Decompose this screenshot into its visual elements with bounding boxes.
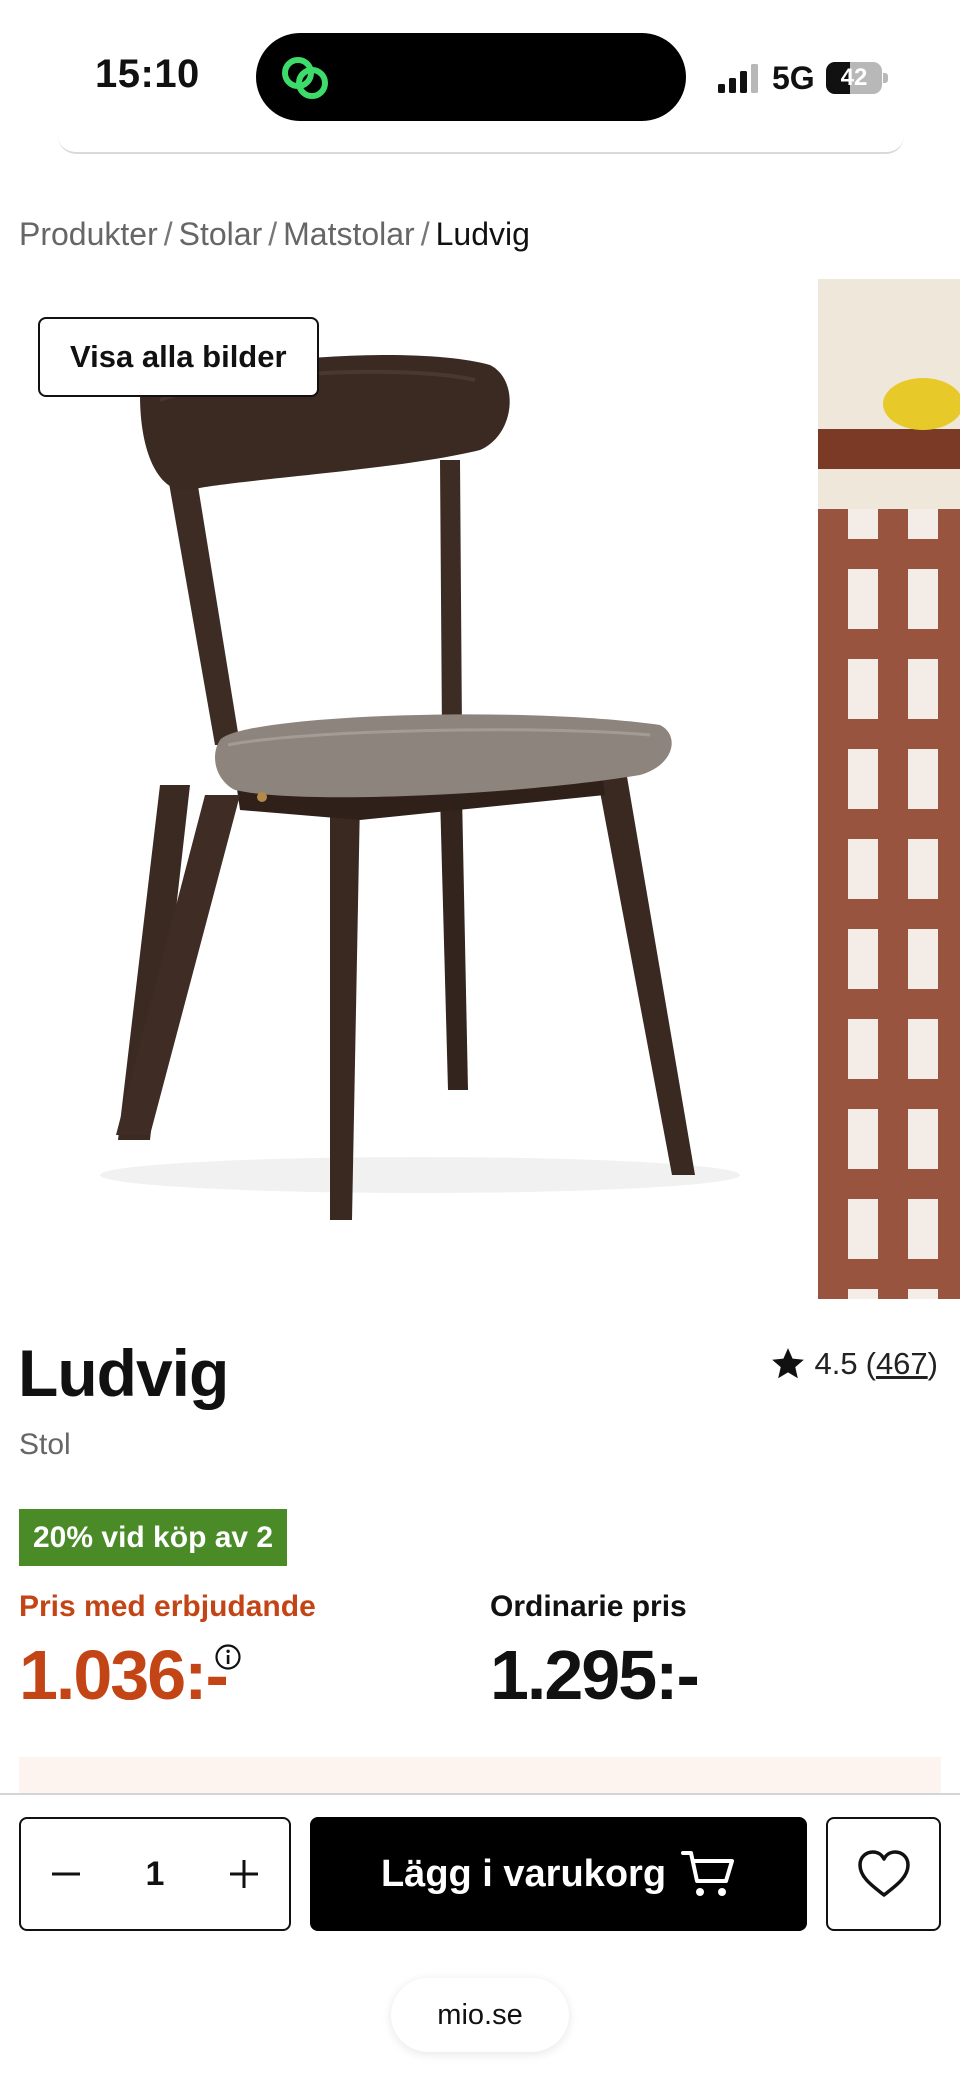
battery-icon: 42 [826,62,888,94]
breadcrumb-link-matstolar[interactable]: Matstolar [283,216,415,252]
product-image-lifestyle[interactable] [818,279,960,1299]
breadcrumb: Produkter / Stolar / Matstolar / Ludvig [19,216,530,253]
battery-level: 42 [840,64,868,91]
browser-url-bar[interactable]: mio.se [391,1978,569,2052]
signal-icon [718,64,758,93]
status-time: 15:10 [95,52,200,96]
product-image-chair[interactable] [0,275,800,1300]
address-bar-edge [58,136,904,154]
product-gallery[interactable]: Visa alla bilder [0,275,960,1300]
breadcrumb-link-stolar[interactable]: Stolar [179,216,263,252]
breadcrumb-separator: / [268,216,278,252]
quantity-stepper[interactable]: 1 [19,1817,291,1931]
quantity-increase-button[interactable] [199,1819,289,1929]
network-type: 5G [772,60,815,96]
add-to-cart-label: Lägg i varukorg [380,1852,667,1895]
info-icon[interactable] [214,1643,242,1671]
quantity-decrease-button[interactable] [21,1819,111,1929]
product-title: Ludvig [18,1336,229,1410]
offer-badge: 20% vid köp av 2 [19,1509,288,1566]
add-to-cart-button[interactable]: Lägg i varukorg [310,1817,807,1931]
quantity-value[interactable]: 1 [111,1819,199,1929]
regular-price: 1.295:- [490,1636,700,1714]
rating-count-link[interactable]: 467 [876,1346,928,1381]
show-all-images-button[interactable]: Visa alla bilder [38,317,319,397]
dynamic-island [256,33,686,121]
breadcrumb-current: Ludvig [435,216,530,252]
product-rating: 4.5 (467) [769,1345,938,1383]
favorite-button[interactable] [826,1817,941,1931]
product-type: Stol [19,1428,71,1461]
plus-icon [230,1860,258,1888]
offer-price-label: Pris med erbjudande [19,1590,316,1623]
regular-price-label: Ordinarie pris [490,1590,687,1623]
breadcrumb-separator: / [163,216,173,252]
heart-icon [857,1850,910,1897]
app-link-icon [282,57,328,99]
star-icon [771,1348,804,1379]
rating-paren-open: ( [865,1346,876,1381]
cart-icon [681,1851,735,1896]
rating-paren-close: ) [927,1346,938,1381]
offer-price: 1.036:- [19,1636,229,1714]
breadcrumb-link-produkter[interactable]: Produkter [19,216,158,252]
breadcrumb-separator: / [420,216,430,252]
promo-strip [19,1757,941,1793]
rating-value: 4.5 [814,1346,858,1381]
status-bar: 15:10 5G 42 [0,0,960,150]
minus-icon [52,1872,80,1876]
